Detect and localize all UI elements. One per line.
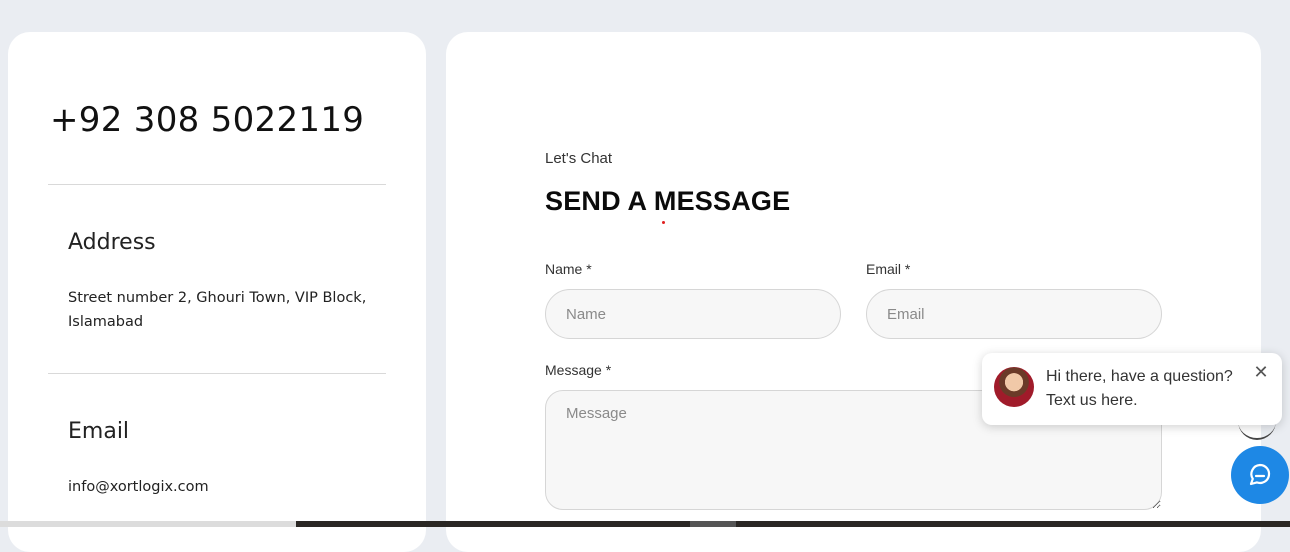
agent-avatar <box>994 367 1034 407</box>
email-title: Email <box>68 419 130 444</box>
chat-launcher-button[interactable] <box>1231 446 1289 504</box>
email-label: Email * <box>866 261 911 277</box>
email-text[interactable]: info@xortlogix.com <box>68 475 368 499</box>
taskbar-segment <box>690 521 736 527</box>
phone-number[interactable]: +92 308 5022119 <box>50 100 364 140</box>
message-label: Message * <box>545 362 612 378</box>
divider <box>48 373 386 374</box>
name-input[interactable] <box>545 289 841 339</box>
taskbar-segment <box>0 521 296 527</box>
contact-info-card: +92 308 5022119 Address Street number 2,… <box>8 32 426 552</box>
name-label: Name * <box>545 261 592 277</box>
form-heading: SEND A MESSAGE <box>545 186 791 216</box>
chat-popup[interactable]: Hi there, have a question? Text us here.… <box>982 353 1282 425</box>
form-eyebrow: Let's Chat <box>545 150 613 167</box>
email-input[interactable] <box>866 289 1162 339</box>
address-title: Address <box>68 230 156 255</box>
accent-dot <box>662 221 665 224</box>
message-form-card: Let's Chat SEND A MESSAGE Name * Email *… <box>446 32 1261 552</box>
address-text: Street number 2, Ghouri Town, VIP Block,… <box>68 290 367 330</box>
chat-bubble-icon <box>1249 463 1271 486</box>
divider <box>48 184 386 185</box>
chat-greeting[interactable]: Hi there, have a question? Text us here. <box>1046 365 1246 413</box>
taskbar-edge <box>0 521 1290 527</box>
close-icon[interactable]: ✕ <box>1252 363 1270 381</box>
